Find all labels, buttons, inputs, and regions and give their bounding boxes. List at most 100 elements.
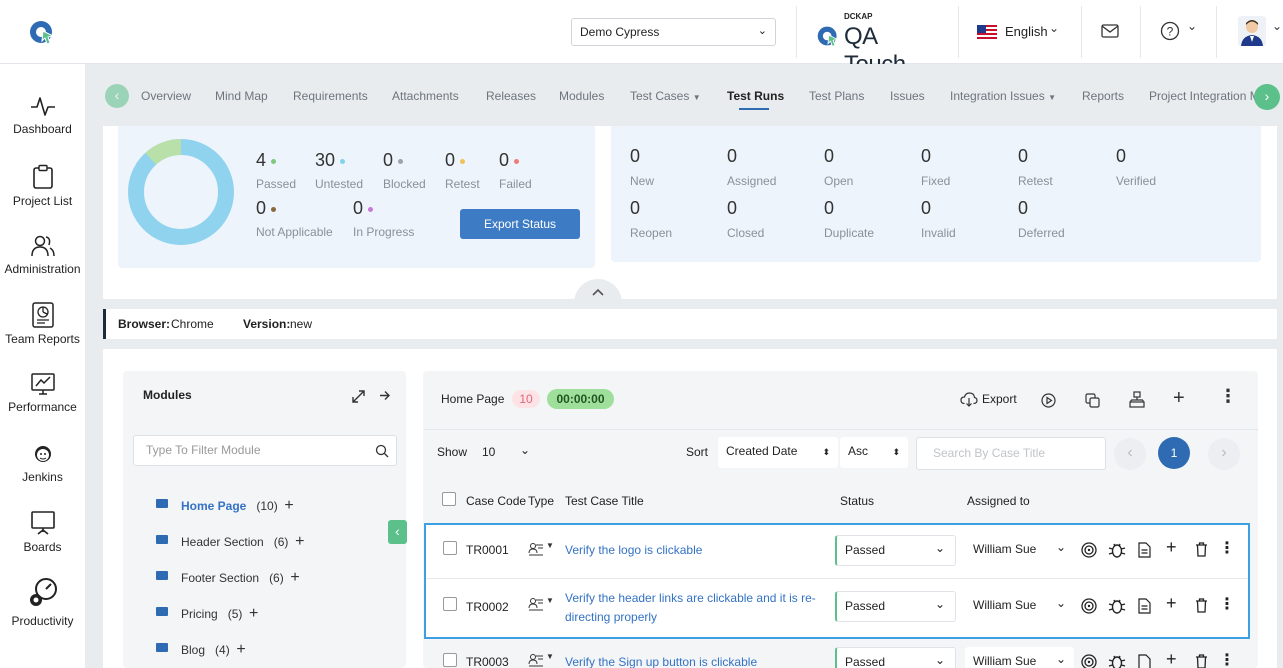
case-title-link[interactable]: Verify the logo is clickable (565, 543, 702, 557)
tab-test-cases[interactable]: Test Cases ▼ (630, 89, 701, 103)
sidebar-item-team-reports[interactable]: Team Reports (0, 302, 85, 346)
status-select[interactable]: Passed ⌄ (835, 535, 956, 566)
add-icon[interactable]: + (1166, 537, 1177, 558)
tabs-scroll-right-button[interactable]: › (1254, 84, 1280, 110)
sidebar-item-productivity[interactable]: Productivity (0, 576, 85, 628)
play-icon[interactable] (1041, 393, 1056, 408)
module-item-header-section[interactable]: Header Section (6) + (181, 533, 304, 551)
search-case-input[interactable]: Search By Case Title (916, 437, 1106, 470)
tab-modules[interactable]: Modules (559, 89, 604, 103)
table-row[interactable]: TR0003 ▼ Verify the Sign up button is cl… (426, 641, 1248, 668)
row-more-icon[interactable]: ⋮ (1219, 538, 1235, 558)
sidebar-item-project-list[interactable]: Project List (0, 164, 85, 208)
trash-icon[interactable] (1195, 598, 1208, 613)
col-header-title[interactable]: Test Case Title (565, 494, 644, 508)
bug-icon[interactable] (1108, 541, 1126, 559)
document-icon[interactable] (1138, 598, 1151, 614)
sort-order-select[interactable]: Asc ⬍ (840, 437, 908, 468)
table-row[interactable]: TR0002 ▼ Verify the header links are cli… (426, 579, 1248, 637)
collapse-modules-button[interactable]: ‹ (388, 520, 407, 544)
select-all-checkbox[interactable] (442, 492, 456, 506)
tab-mind-map[interactable]: Mind Map (215, 89, 268, 103)
add-submodule-icon[interactable]: + (295, 533, 304, 550)
assignee-select[interactable]: William Sue ⌄ (965, 591, 1074, 622)
add-icon[interactable]: + (1166, 649, 1177, 668)
add-case-icon[interactable]: + (1173, 387, 1185, 410)
col-header-status[interactable]: Status (840, 494, 874, 508)
sidebar-item-performance[interactable]: Performance (0, 372, 85, 414)
row-more-icon[interactable]: ⋮ (1219, 650, 1235, 668)
prev-page-button[interactable]: ‹ (1114, 438, 1146, 470)
tab-requirements[interactable]: Requirements (293, 89, 368, 103)
app-logo-icon[interactable] (28, 18, 56, 46)
module-item-footer-section[interactable]: Footer Section (6) + (181, 569, 300, 587)
tab-issues[interactable]: Issues (890, 89, 925, 103)
chevron-down-icon[interactable]: ⌄ (1272, 19, 1282, 33)
expand-icon[interactable] (352, 390, 365, 403)
document-icon[interactable] (1138, 654, 1151, 668)
trash-icon[interactable] (1195, 542, 1208, 557)
project-select[interactable]: Demo Cypress ⌄ (571, 18, 776, 46)
row-checkbox[interactable] (443, 541, 457, 555)
tab-releases[interactable]: Releases (486, 89, 536, 103)
mail-icon[interactable] (1101, 24, 1119, 38)
bug-icon[interactable] (1108, 653, 1126, 668)
hierarchy-icon[interactable] (1129, 391, 1145, 408)
sidebar-item-administration[interactable]: Administration (0, 234, 85, 276)
add-submodule-icon[interactable]: + (290, 569, 299, 586)
trash-icon[interactable] (1195, 654, 1208, 668)
tab-overview[interactable]: Overview (141, 89, 191, 103)
page-size-select[interactable]: 10 ⌄ (474, 438, 540, 468)
case-type-select[interactable]: ▼ (528, 541, 556, 558)
tab-reports[interactable]: Reports (1082, 89, 1124, 103)
copy-icon[interactable] (1085, 393, 1100, 408)
assignee-select[interactable]: William Sue ⌄ (965, 647, 1074, 668)
col-header-assigned[interactable]: Assigned to (967, 494, 1030, 508)
sort-field-select[interactable]: Created Date ⬍ (718, 437, 838, 468)
module-item-blog[interactable]: Blog (4) + (181, 641, 246, 659)
sidebar-item-boards[interactable]: Boards (0, 510, 85, 554)
next-page-button[interactable]: › (1208, 438, 1240, 470)
tab-test-plans[interactable]: Test Plans (809, 89, 864, 103)
export-status-button[interactable]: Export Status (460, 209, 580, 239)
row-more-icon[interactable]: ⋮ (1219, 594, 1235, 614)
add-submodule-icon[interactable]: + (236, 641, 245, 658)
row-checkbox[interactable] (443, 653, 457, 667)
case-type-select[interactable]: ▼ (528, 596, 556, 613)
help-icon[interactable]: ? (1160, 21, 1180, 41)
tab-project-integration[interactable]: Project Integration M (1149, 89, 1255, 103)
col-header-type[interactable]: Type (528, 494, 554, 508)
target-icon[interactable] (1081, 654, 1097, 668)
sidebar-item-jenkins[interactable]: Jenkins (0, 444, 85, 484)
bug-icon[interactable] (1108, 597, 1126, 615)
status-select[interactable]: Passed ⌄ (835, 647, 956, 668)
tab-attachments[interactable]: Attachments (392, 89, 459, 103)
tab-test-runs[interactable]: Test Runs (727, 89, 784, 103)
document-icon[interactable] (1138, 542, 1151, 558)
table-row[interactable]: TR0001 ▼ Verify the logo is clickable Pa… (426, 525, 1248, 578)
row-checkbox[interactable] (443, 597, 457, 611)
tab-integration-issues[interactable]: Integration Issues ▼ (950, 89, 1056, 103)
chevron-down-icon[interactable]: ⌄ (1187, 19, 1197, 33)
module-item-pricing[interactable]: Pricing (5) + (181, 605, 258, 623)
case-title-link[interactable]: Verify the header links are clickable an… (565, 589, 827, 627)
case-type-select[interactable]: ▼ (528, 652, 556, 668)
tabs-scroll-left-button[interactable]: ‹ (105, 84, 129, 108)
add-submodule-icon[interactable]: + (284, 497, 293, 514)
col-header-case-code[interactable]: Case Code (466, 494, 526, 508)
module-filter-input[interactable]: Type To Filter Module (133, 435, 397, 466)
more-vertical-icon[interactable]: ⋮ (1219, 386, 1237, 407)
status-select[interactable]: Passed ⌄ (835, 591, 956, 622)
add-submodule-icon[interactable]: + (249, 605, 258, 622)
current-page-button[interactable]: 1 (1158, 437, 1190, 469)
module-item-home-page[interactable]: Home Page (10) + (181, 497, 294, 515)
target-icon[interactable] (1081, 542, 1097, 558)
sidebar-item-dashboard[interactable]: Dashboard (0, 94, 85, 136)
target-icon[interactable] (1081, 598, 1097, 614)
add-icon[interactable]: + (1166, 593, 1177, 614)
arrow-right-icon[interactable] (379, 390, 391, 401)
assignee-select[interactable]: William Sue ⌄ (965, 535, 1074, 566)
avatar[interactable] (1238, 16, 1266, 46)
case-title-link[interactable]: Verify the Sign up button is clickable (565, 655, 757, 668)
issue-deferred-label: Deferred (1018, 226, 1065, 240)
